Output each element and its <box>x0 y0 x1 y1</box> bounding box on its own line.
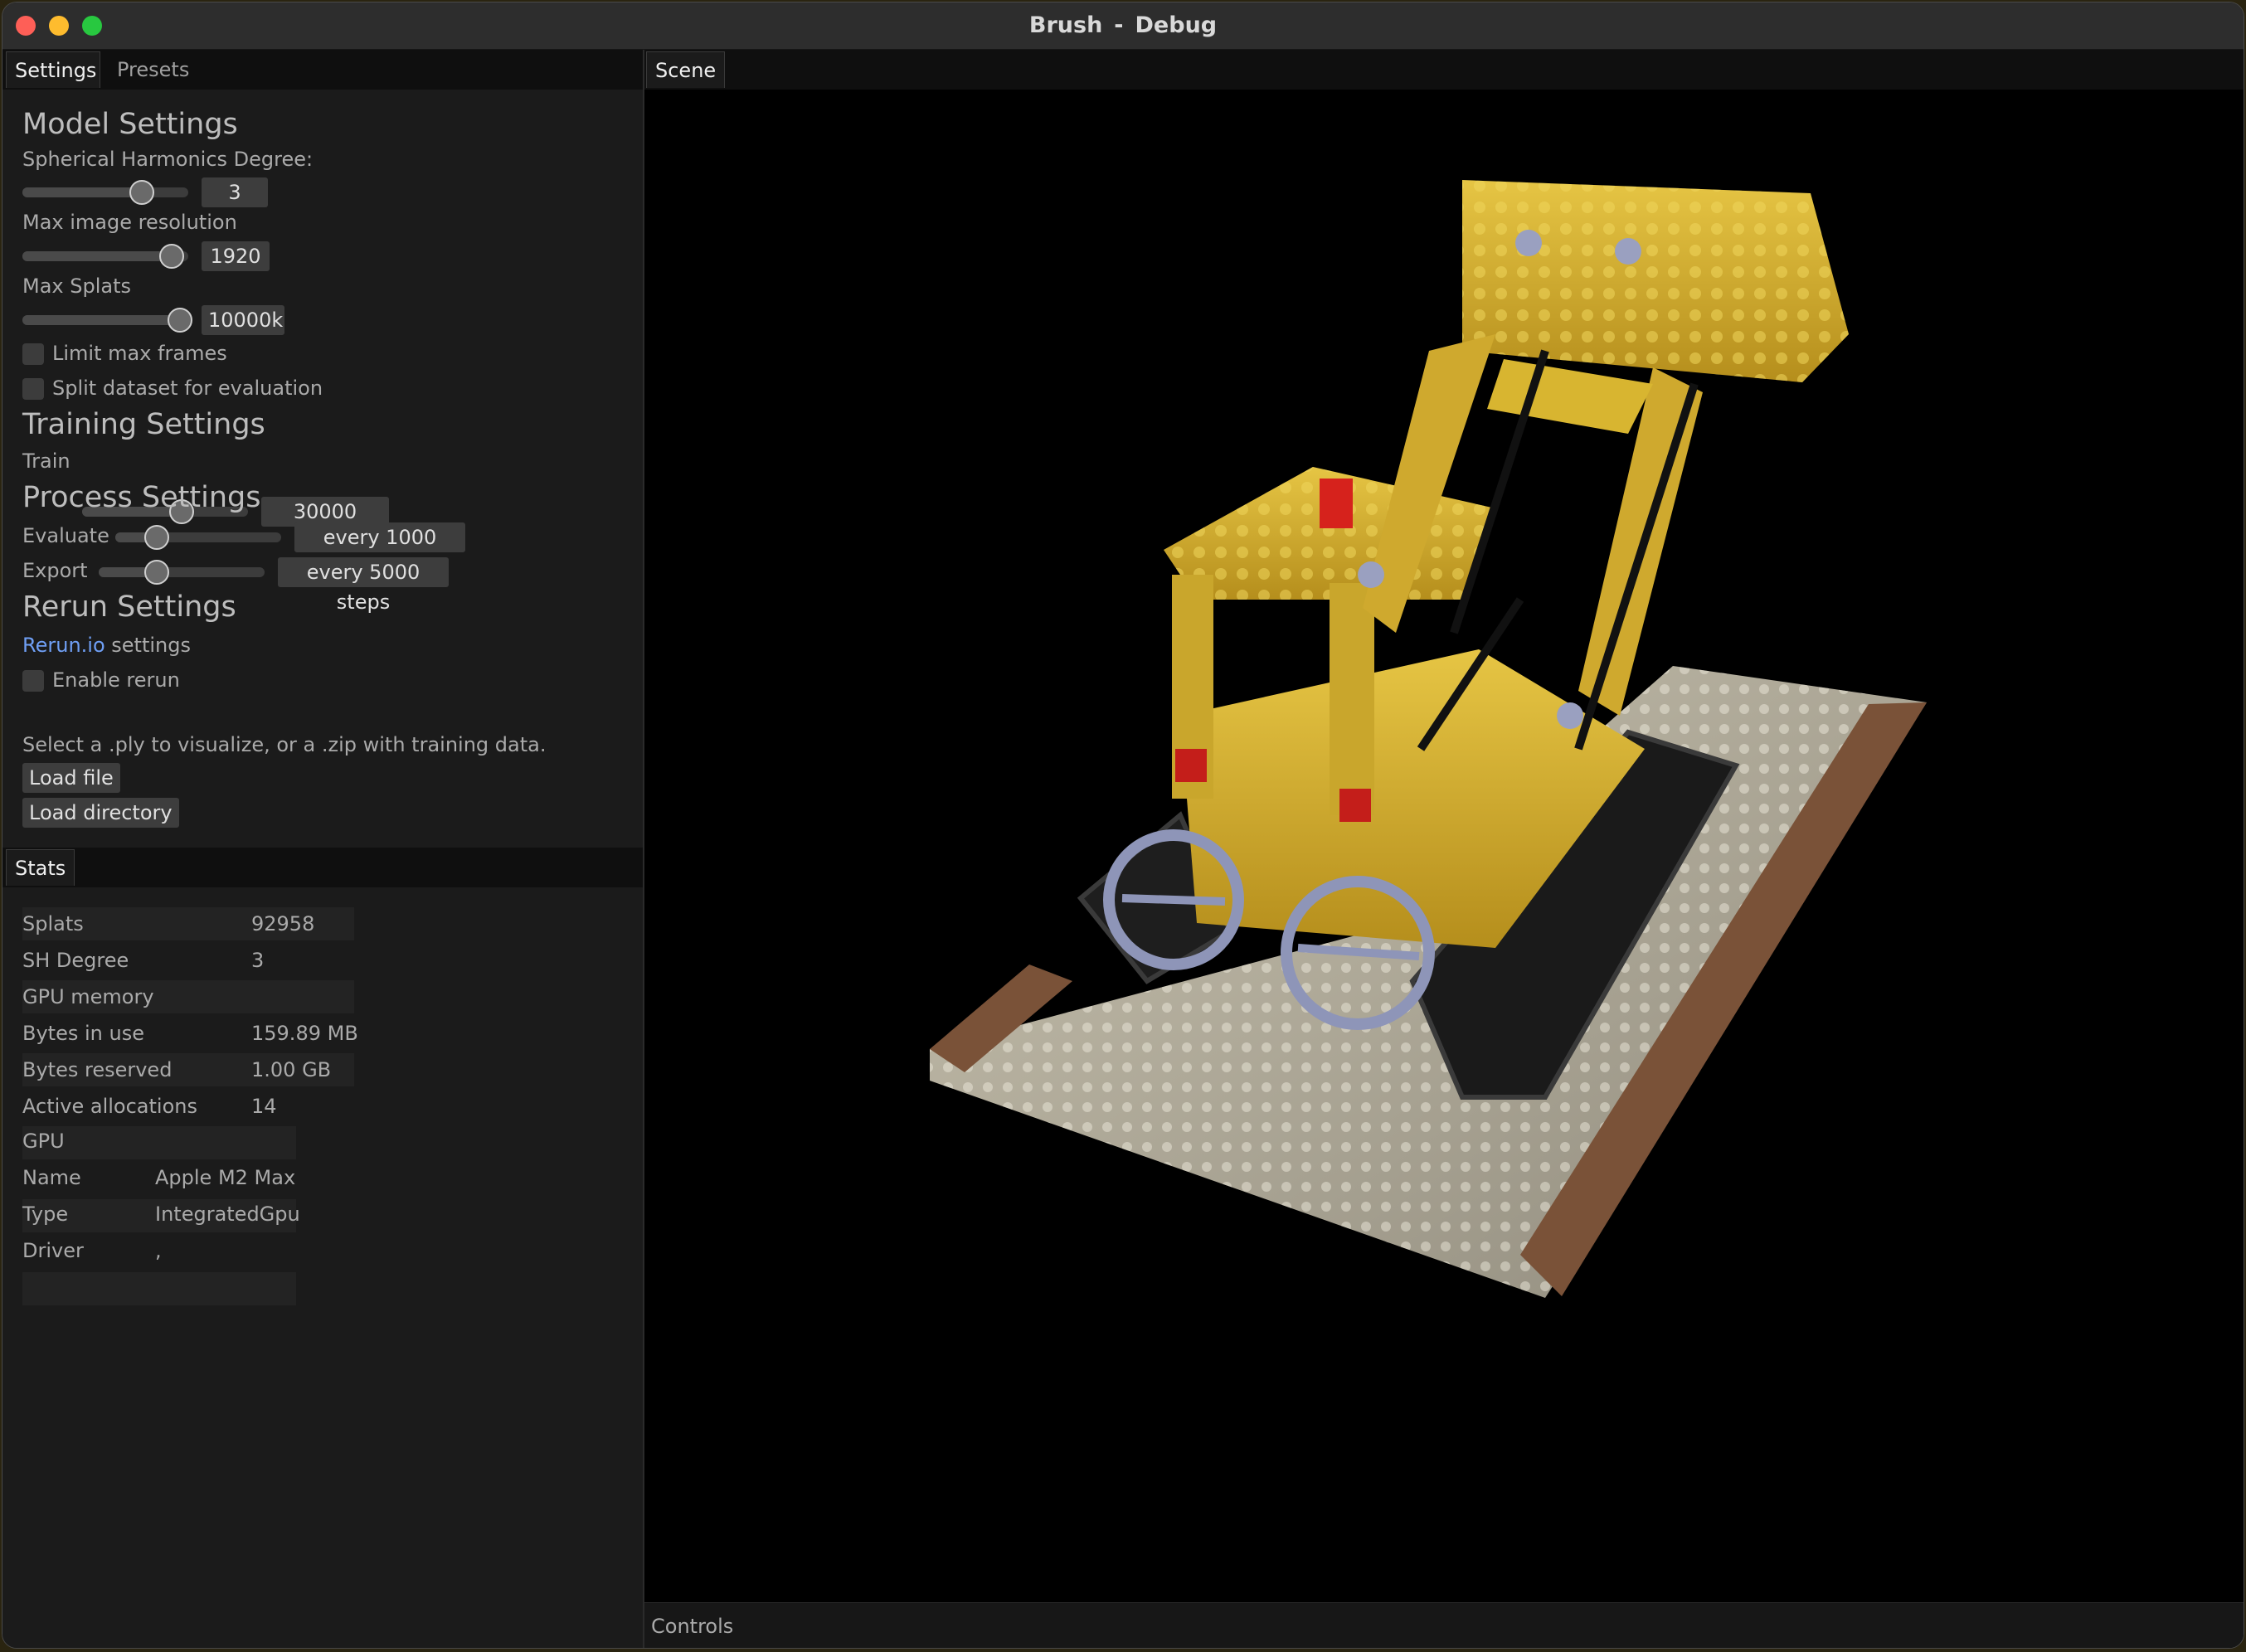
slider-fill <box>22 315 180 325</box>
slider-handle[interactable] <box>129 180 154 205</box>
slider-handle[interactable] <box>144 560 169 585</box>
sh-degree-value[interactable]: 3 <box>202 177 268 207</box>
rerun-link[interactable]: Rerun.io <box>22 634 105 657</box>
stat-gpu-type-value: IntegratedGpu <box>155 1203 300 1226</box>
stat-gpu-name-value: Apple M2 Max <box>155 1166 296 1189</box>
training-settings-heading: Training Settings <box>22 408 265 441</box>
red-light-right <box>1339 789 1371 822</box>
load-hint-text: Select a .ply to visualize, or a .zip wi… <box>22 733 547 756</box>
stat-bytes-reserved-value: 1.00 GB <box>251 1058 332 1081</box>
tab-presets[interactable]: Presets <box>109 51 197 88</box>
loader-cross-brace <box>1487 359 1653 434</box>
stat-bytes-in-use-value: 159.89 MB <box>251 1022 358 1045</box>
sidebar: Settings Presets Model Settings Spherica… <box>2 50 644 1648</box>
stats-tab-bar: Stats <box>2 848 643 887</box>
evaluate-label: Evaluate <box>22 524 109 547</box>
scene-viewport[interactable] <box>644 90 2244 1604</box>
rerun-settings-heading: Rerun Settings <box>22 590 236 624</box>
slider-handle[interactable] <box>168 308 192 333</box>
stat-driver-value: , <box>155 1239 162 1262</box>
rerun-settings-suffix: settings <box>105 634 191 657</box>
export-label: Export <box>22 559 88 582</box>
max-splats-value[interactable]: 10000k <box>202 305 284 335</box>
stats-row-bg <box>22 1272 296 1305</box>
stat-bytes-reserved-label: Bytes reserved <box>22 1058 173 1081</box>
window-title: Brush - Debug <box>2 12 2244 38</box>
app-name: Brush <box>1028 12 1103 38</box>
tab-settings[interactable]: Settings <box>6 51 100 88</box>
stat-bytes-in-use-label: Bytes in use <box>22 1022 144 1045</box>
max-resolution-slider[interactable] <box>22 244 188 269</box>
limit-frames-checkbox[interactable] <box>22 343 44 365</box>
rerun-settings-line: Rerun.io settings <box>22 634 191 657</box>
max-splats-slider[interactable] <box>22 308 192 333</box>
process-settings-heading: Process Settings <box>22 481 261 514</box>
limit-frames-label: Limit max frames <box>52 342 227 365</box>
slider-fill <box>22 187 142 197</box>
enable-rerun-label: Enable rerun <box>52 668 180 692</box>
gpu-heading: GPU <box>22 1130 65 1153</box>
slider-handle[interactable] <box>144 525 169 550</box>
scene-panel: Scene Controls <box>644 50 2244 1648</box>
sh-degree-label: Spherical Harmonics Degree: <box>22 148 314 171</box>
joint <box>1557 702 1583 729</box>
split-dataset-label: Split dataset for evaluation <box>52 377 323 400</box>
max-resolution-value[interactable]: 1920 <box>202 241 270 271</box>
slider-handle[interactable] <box>159 244 184 269</box>
gpu-memory-heading: GPU memory <box>22 985 154 1008</box>
load-directory-button[interactable]: Load directory <box>22 798 179 828</box>
joint <box>1615 238 1641 265</box>
stat-splats-value: 92958 <box>251 912 315 935</box>
stat-gpu-name-label: Name <box>22 1166 81 1189</box>
build-mode: Debug <box>1135 12 1218 38</box>
enable-rerun-checkbox[interactable] <box>22 670 44 692</box>
export-slider[interactable] <box>99 560 265 585</box>
max-splats-label: Max Splats <box>22 275 132 298</box>
red-light-left <box>1175 749 1207 782</box>
scene-tab-bar: Scene <box>644 50 2244 90</box>
stat-sh-degree-value: 3 <box>251 949 265 972</box>
lego-bulldozer-model <box>930 180 1927 1298</box>
sh-degree-slider[interactable] <box>22 180 188 205</box>
model-settings-heading: Model Settings <box>22 108 238 141</box>
evaluate-slider[interactable] <box>115 525 281 550</box>
slider-fill <box>22 251 172 261</box>
settings-tab-bar: Settings Presets <box>2 50 643 90</box>
export-value[interactable]: every 5000 steps <box>278 557 449 614</box>
cab-pillar-right <box>1330 583 1374 815</box>
max-resolution-label: Max image resolution <box>22 211 237 234</box>
load-file-button[interactable]: Load file <box>22 763 120 793</box>
joint <box>1515 230 1542 256</box>
evaluate-value[interactable]: every 1000 steps <box>294 522 465 579</box>
tab-scene[interactable]: Scene <box>646 51 726 88</box>
stat-gpu-type-label: Type <box>22 1203 69 1226</box>
wheel-spoke <box>1121 894 1226 906</box>
split-dataset-checkbox[interactable] <box>22 378 44 400</box>
tab-stats[interactable]: Stats <box>6 849 75 886</box>
stat-splats-label: Splats <box>22 912 84 935</box>
stat-active-allocations-label: Active allocations <box>22 1095 197 1118</box>
title-bar: Brush - Debug <box>2 2 2244 50</box>
title-separator: - <box>1114 12 1124 38</box>
loader-bucket-studs <box>1462 180 1849 382</box>
controls-label[interactable]: Controls <box>651 1615 733 1638</box>
stat-driver-label: Driver <box>22 1239 84 1262</box>
controls-bar[interactable]: Controls <box>644 1602 2244 1648</box>
stat-active-allocations-value: 14 <box>251 1095 277 1118</box>
app-window: Brush - Debug Settings Presets Model Setti… <box>2 2 2244 1649</box>
train-label: Train <box>22 449 70 473</box>
beacon-light <box>1320 479 1353 528</box>
stat-sh-degree-label: SH Degree <box>22 949 129 972</box>
joint <box>1358 561 1384 588</box>
